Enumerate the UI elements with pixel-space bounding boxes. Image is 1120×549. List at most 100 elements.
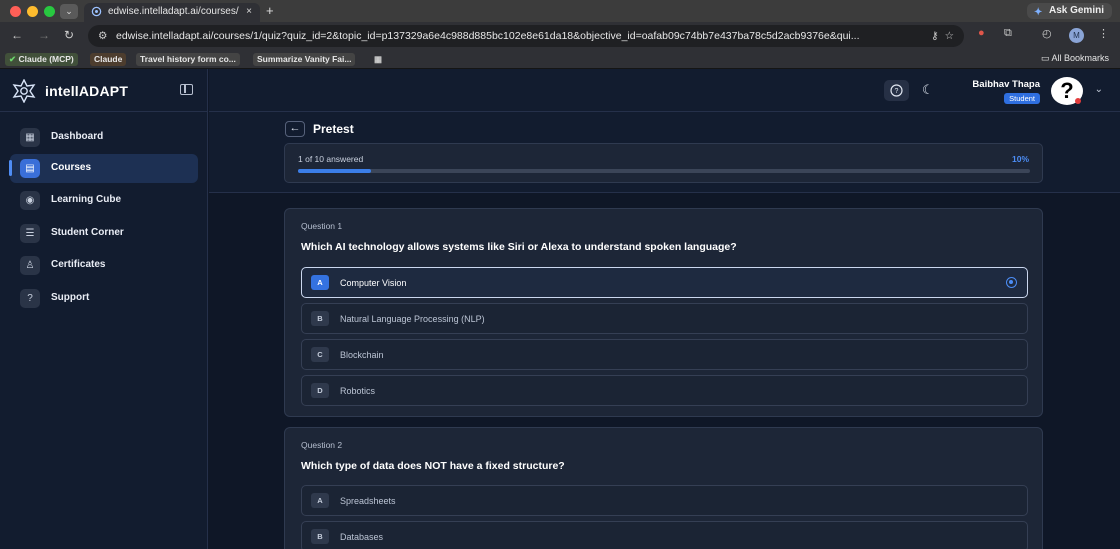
sidebar-item-dashboard[interactable]: ▦ Dashboard: [10, 123, 198, 152]
ask-gemini-button[interactable]: ✦ Ask Gemini: [1026, 3, 1112, 19]
option-text: Spreadsheets: [340, 496, 396, 506]
extensions-puzzle-icon[interactable]: ⧉: [1004, 27, 1012, 40]
back-arrow-icon[interactable]: ←: [11, 28, 23, 42]
progress-text: 1 of 10 answered: [298, 154, 364, 164]
new-tab-icon[interactable]: +: [266, 3, 274, 18]
browser-toolbar: ← → ↻ ⚙ edwise.intelladapt.ai/courses/1/…: [0, 22, 1120, 50]
forward-arrow-icon[interactable]: →: [38, 28, 50, 42]
sidebar-item-student-corner[interactable]: ☰ Student Corner: [10, 219, 198, 248]
question-text: Which type of data does NOT have a fixed…: [301, 460, 565, 472]
option-d[interactable]: D Robotics: [301, 375, 1028, 406]
chevron-down-icon[interactable]: ⌄: [1095, 84, 1103, 95]
progress-track: [298, 169, 1030, 173]
option-letter: B: [311, 529, 329, 544]
password-key-icon[interactable]: ⚷: [931, 30, 939, 42]
question-text: Which AI technology allows systems like …: [301, 241, 737, 253]
bookmark-claude[interactable]: Claude: [90, 53, 127, 66]
question-card: Question 2 Which type of data does NOT h…: [284, 427, 1043, 549]
check-icon: ✔: [9, 54, 17, 64]
browser-tab[interactable]: edwise.intelladapt.ai/courses/ ×: [84, 3, 260, 22]
sidebar: intellADAPT ▦ Dashboard ▤ Courses ◉ Lear…: [0, 69, 208, 549]
address-bar-actions: ⚷ ☆: [925, 25, 954, 47]
sidebar-item-label: Dashboard: [51, 131, 104, 142]
progress-fill: [298, 169, 372, 173]
option-letter: A: [311, 493, 329, 508]
support-icon: ?: [20, 289, 40, 308]
sidebar-item-support[interactable]: ? Support: [10, 284, 198, 313]
certificate-icon: ♙: [20, 256, 40, 275]
active-nav-indicator: [9, 160, 12, 176]
bookmark-travel-history[interactable]: Travel history form co...: [136, 53, 240, 66]
folder-icon: ▭: [1040, 53, 1050, 63]
courses-icon: ▤: [20, 159, 40, 178]
sidebar-item-certificates[interactable]: ♙ Certificates: [10, 251, 198, 280]
learning-cube-icon: ◉: [20, 191, 40, 210]
maximize-window-button[interactable]: [44, 6, 55, 17]
ask-gemini-label: Ask Gemini: [1048, 5, 1104, 16]
apps-grid-icon[interactable]: ▦: [370, 53, 386, 66]
question-card: Question 1 Which AI technology allows sy…: [284, 208, 1043, 417]
option-letter: B: [311, 311, 329, 326]
option-text: Robotics: [340, 386, 376, 396]
sidebar-item-label: Learning Cube: [51, 194, 122, 205]
user-name: Baibhav Thapa: [972, 79, 1040, 90]
option-a[interactable]: A Spreadsheets: [301, 485, 1028, 516]
option-b[interactable]: B Natural Language Processing (NLP): [301, 303, 1028, 334]
progress-card: 1 of 10 answered 10%: [284, 143, 1043, 183]
sidebar-item-learning-cube[interactable]: ◉ Learning Cube: [10, 186, 198, 215]
tab-title: edwise.intelladapt.ai/courses/: [108, 6, 239, 17]
tab-search-chevron-icon[interactable]: ⌄: [60, 4, 78, 19]
role-badge: Student: [1004, 93, 1040, 104]
site-settings-icon[interactable]: ⚙: [98, 25, 107, 47]
question-number: Question 2: [301, 440, 343, 450]
sidebar-item-courses[interactable]: ▤ Courses: [10, 154, 198, 183]
quiz-content: Question 1 Which AI technology allows sy…: [209, 193, 1120, 549]
option-text: Natural Language Processing (NLP): [340, 314, 485, 324]
profile-avatar[interactable]: M: [1069, 28, 1084, 43]
status-dot: [1075, 98, 1081, 104]
extension-icon[interactable]: ●: [978, 27, 985, 39]
menu-kebab-icon[interactable]: ⋮: [1098, 27, 1109, 40]
option-text: Blockchain: [340, 350, 384, 360]
sidebar-toggle-icon[interactable]: [180, 84, 193, 95]
bookmarks-bar: ✔ Claude (MCP) Claude Travel history for…: [0, 50, 1120, 69]
dark-mode-moon-icon[interactable]: ☾: [922, 82, 934, 98]
minimize-window-button[interactable]: [27, 6, 38, 17]
app-header: ? ☾ Baibhav Thapa Student ? ⌄: [209, 69, 1120, 112]
sidebar-item-label: Certificates: [51, 259, 106, 270]
back-button[interactable]: ←: [285, 121, 305, 137]
intelladapt-logo-icon: [12, 79, 36, 103]
page-title: Pretest: [313, 122, 354, 136]
option-b[interactable]: B Databases: [301, 521, 1028, 549]
site-favicon-icon: [91, 6, 102, 17]
option-letter: D: [311, 383, 329, 398]
close-tab-icon[interactable]: ×: [246, 3, 252, 20]
reload-icon[interactable]: ↻: [64, 28, 74, 42]
history-icon[interactable]: ◴: [1042, 27, 1052, 40]
progress-percent: 10%: [1011, 154, 1029, 164]
help-button[interactable]: ?: [884, 80, 909, 101]
option-c[interactable]: C Blockchain: [301, 339, 1028, 370]
option-letter: A: [311, 275, 329, 290]
bookmark-star-icon[interactable]: ☆: [945, 30, 954, 42]
brand-name: intellADAPT: [45, 83, 129, 99]
option-a[interactable]: A Computer Vision: [301, 267, 1028, 298]
bookmark-claude-mcp[interactable]: ✔ Claude (MCP): [5, 53, 78, 66]
bookmark-summarize-vanity[interactable]: Summarize Vanity Fai...: [253, 53, 356, 66]
option-letter: C: [311, 347, 329, 362]
address-bar[interactable]: ⚙ edwise.intelladapt.ai/courses/1/quiz?q…: [88, 25, 964, 47]
question-number: Question 1: [301, 221, 343, 231]
gemini-icon: ✦: [1033, 7, 1043, 18]
quiz-header: ← Pretest 1 of 10 answered 10%: [209, 112, 1120, 193]
option-text: Computer Vision: [340, 278, 407, 288]
close-window-button[interactable]: [10, 6, 21, 17]
all-bookmarks-label: All Bookmarks: [1051, 53, 1109, 63]
radio-selected-icon[interactable]: [1006, 277, 1017, 288]
sidebar-divider: [0, 111, 208, 112]
student-corner-icon: ☰: [20, 224, 40, 243]
option-text: Databases: [340, 532, 384, 542]
all-bookmarks[interactable]: ▭ All Bookmarks: [1041, 53, 1109, 64]
help-circle-icon: ?: [890, 84, 903, 97]
browser-tab-strip: ⌄ edwise.intelladapt.ai/courses/ × + ✦ A…: [0, 0, 1120, 22]
sidebar-item-label: Support: [51, 292, 90, 303]
